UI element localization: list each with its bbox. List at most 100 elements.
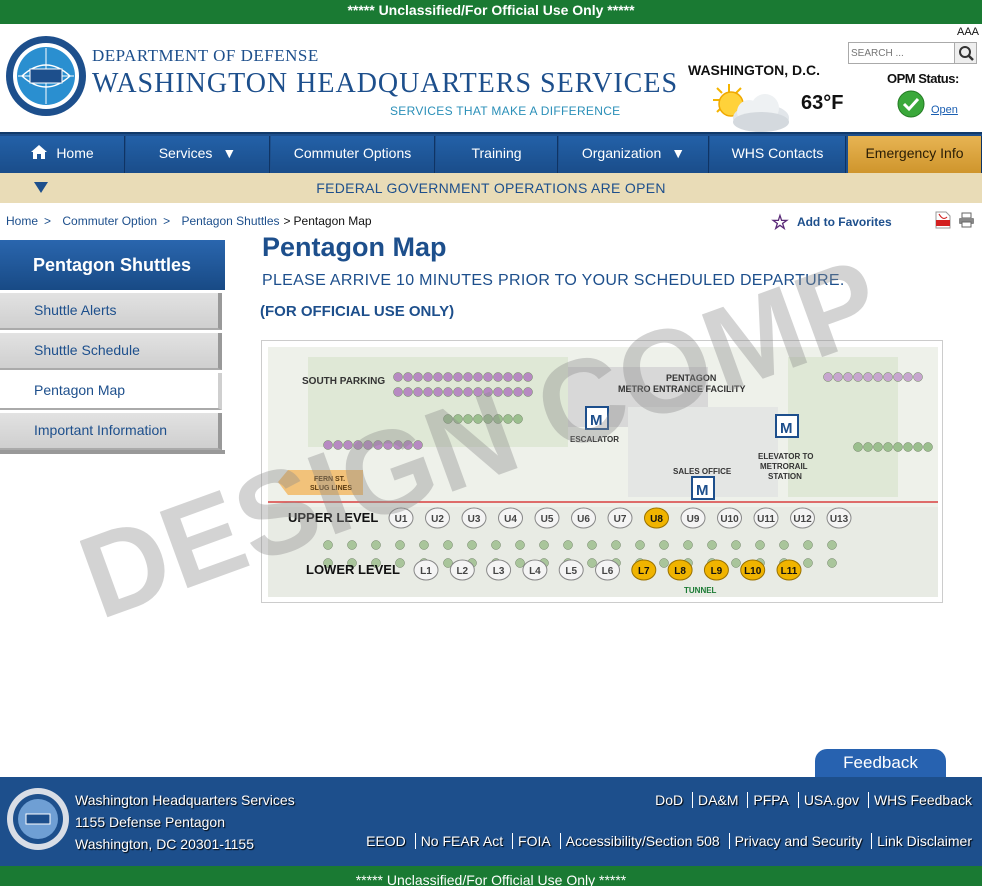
footer-link-foia[interactable]: FOIA — [512, 833, 556, 849]
site-title[interactable]: WASHINGTON HEADQUARTERS SERVICES — [92, 68, 678, 100]
map-tree — [419, 540, 429, 550]
nav-whs-contacts[interactable]: WHS Contacts — [710, 136, 846, 173]
footer-link-privacy[interactable]: Privacy and Security — [728, 833, 868, 849]
map-tree — [503, 414, 513, 424]
map-tree — [373, 440, 383, 450]
map-tree — [473, 372, 483, 382]
sidebar-item-important-information[interactable]: Important Information — [0, 413, 222, 450]
footer-link-dod[interactable]: DoD — [650, 792, 688, 808]
site-tagline: SERVICES THAT MAKE A DIFFERENCE — [390, 104, 621, 118]
upper-bay-label-u1: U1 — [395, 514, 408, 525]
map-label-south-parking: SOUTH PARKING — [302, 376, 385, 387]
nav-whs-contacts-label: WHS Contacts — [731, 145, 824, 161]
breadcrumb-pentagon-shuttles[interactable]: Pentagon Shuttles — [181, 214, 279, 228]
upper-bay-label-u13: U13 — [830, 514, 849, 525]
nav-emergency-info[interactable]: Emergency Info — [848, 136, 982, 173]
metro-icon: M — [775, 414, 799, 438]
footer-link-eeod[interactable]: EEOD — [361, 833, 411, 849]
upper-bay-label-u10: U10 — [720, 514, 739, 525]
lower-bay-label-l3: L3 — [493, 566, 505, 577]
nav-commuter-options[interactable]: Commuter Options — [271, 136, 435, 173]
map-tree — [803, 540, 813, 550]
footer-link-disclaimer[interactable]: Link Disclaimer — [871, 833, 977, 849]
map-tree — [443, 540, 453, 550]
operating-status-bar[interactable]: FEDERAL GOVERNMENT OPERATIONS ARE OPEN — [0, 173, 982, 203]
add-to-favorites-label: Add to Favorites — [796, 215, 892, 229]
map-tree — [587, 540, 597, 550]
map-label-fern-st: FERN ST. — [314, 476, 345, 483]
sidebar-item-shuttle-schedule[interactable]: Shuttle Schedule — [0, 333, 222, 370]
weather-city: WASHINGTON, D.C. — [688, 62, 820, 78]
map-tree — [423, 372, 433, 382]
map-tree — [513, 387, 523, 397]
map-tree — [493, 372, 503, 382]
map-label-elevator-1: ELEVATOR TO — [758, 452, 813, 461]
map-tree — [707, 540, 717, 550]
pdf-icon[interactable] — [935, 211, 951, 229]
nav-services[interactable]: Services ▼ — [126, 136, 270, 173]
search-input[interactable] — [851, 45, 953, 61]
page-title: Pentagon Map — [262, 232, 447, 262]
breadcrumb-home[interactable]: Home — [6, 214, 38, 228]
map-tree — [491, 540, 501, 550]
footer-link-whs-feedback[interactable]: WHS Feedback — [867, 792, 977, 808]
footer-address-line1: Washington Headquarters Services — [75, 792, 295, 808]
map-tree — [433, 387, 443, 397]
map-tree — [515, 558, 525, 568]
footer-link-usa-gov[interactable]: USA.gov — [797, 792, 865, 808]
lower-bay-label-l9: L9 — [711, 566, 723, 577]
upper-bay-label-u2: U2 — [431, 514, 444, 525]
nav-training[interactable]: Training — [436, 136, 558, 173]
arrival-notice: PLEASE ARRIVE 10 MINUTES PRIOR TO YOUR S… — [262, 272, 845, 289]
map-tree — [473, 387, 483, 397]
footer-link-pfpa[interactable]: PFPA — [747, 792, 794, 808]
lower-bay-label-l8: L8 — [674, 566, 686, 577]
partly-cloudy-icon — [713, 84, 789, 132]
map-tree — [513, 414, 523, 424]
nav-emergency-info-label: Emergency Info — [865, 145, 964, 161]
classification-banner-top: ***** Unclassified/For Official Use Only… — [0, 0, 982, 24]
map-tree — [523, 387, 533, 397]
upper-bay-label-u9: U9 — [687, 514, 700, 525]
header: DEPARTMENT OF DEFENSE WASHINGTON HEADQUA… — [0, 24, 982, 132]
map-tree — [323, 440, 333, 450]
feedback-button[interactable]: Feedback — [815, 749, 946, 779]
map-tree — [539, 540, 549, 550]
map-tree — [483, 414, 493, 424]
footer-link-accessibility[interactable]: Accessibility/Section 508 — [559, 833, 725, 849]
search-box — [848, 42, 977, 64]
map-tree — [463, 372, 473, 382]
lower-bay-label-l1: L1 — [420, 566, 432, 577]
map-tree — [893, 372, 903, 382]
font-size-toggle[interactable]: AAA — [957, 26, 979, 38]
map-tree — [453, 387, 463, 397]
metro-icon: M — [691, 476, 715, 500]
map-label-escalator: ESCALATOR — [570, 435, 619, 444]
sidebar-heading[interactable]: Pentagon Shuttles — [0, 240, 225, 290]
footer-link-dam[interactable]: DA&M — [692, 792, 744, 808]
search-button[interactable] — [954, 43, 976, 63]
map-tree — [393, 440, 403, 450]
lower-bay-label-l5: L5 — [565, 566, 577, 577]
map-tree — [883, 442, 893, 452]
map-tree — [923, 442, 933, 452]
sidebar-item-pentagon-map[interactable]: Pentagon Map — [0, 373, 222, 410]
printer-icon[interactable] — [958, 212, 975, 228]
chevron-down-icon[interactable] — [34, 182, 48, 193]
whs-seal-logo[interactable] — [4, 34, 88, 118]
map-tree — [683, 540, 693, 550]
opm-status-link[interactable]: Open — [931, 104, 958, 116]
map-tree — [433, 372, 443, 382]
map-tree — [833, 372, 843, 382]
sidebar-item-shuttle-alerts[interactable]: Shuttle Alerts — [0, 293, 222, 330]
map-tree — [413, 387, 423, 397]
footer-link-no-fear-act[interactable]: No FEAR Act — [414, 833, 509, 849]
whs-seal-logo — [7, 788, 69, 850]
map-tree — [467, 540, 477, 550]
add-to-favorites[interactable]: ☆ Add to Favorites — [771, 210, 892, 235]
nav-home[interactable]: Home — [0, 136, 125, 173]
breadcrumb-commuter-option[interactable]: Commuter Option — [62, 214, 157, 228]
nav-organization[interactable]: Organization ▼ — [559, 136, 709, 173]
map-tree — [443, 372, 453, 382]
map-tree — [443, 414, 453, 424]
